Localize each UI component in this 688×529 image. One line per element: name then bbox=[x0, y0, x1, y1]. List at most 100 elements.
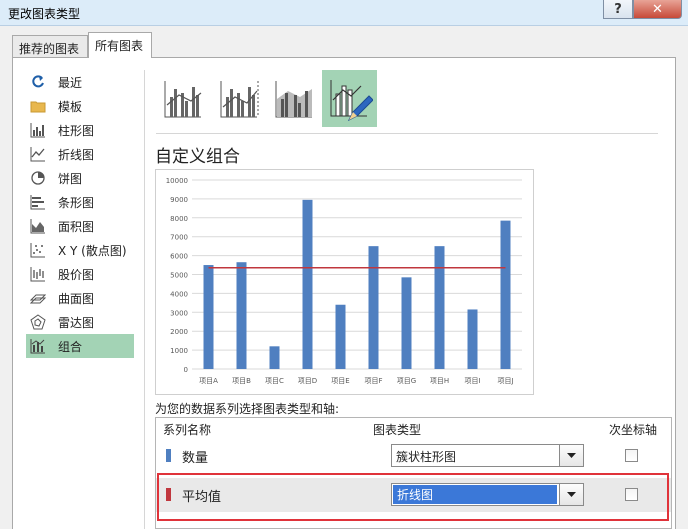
sidebar-item-combo[interactable]: 组合 bbox=[26, 334, 134, 358]
dropdown-arrow-icon[interactable] bbox=[559, 445, 583, 466]
combo-area-column-icon bbox=[275, 80, 312, 117]
x-tick-label: 项目F bbox=[364, 377, 382, 385]
title-bar: 更改图表类型 ? ✕ bbox=[0, 0, 688, 26]
dropdown-arrow-icon[interactable] bbox=[559, 484, 583, 505]
secondary-axis-checkbox[interactable] bbox=[625, 449, 638, 462]
window-title: 更改图表类型 bbox=[8, 7, 81, 21]
series-grid-header: 系列名称 图表类型 次坐标轴 bbox=[156, 418, 671, 438]
sidebar-item-label: X Y (散点图) bbox=[58, 243, 127, 258]
series-name: 数量 bbox=[182, 451, 209, 466]
combo-column-line-secondary-icon bbox=[220, 80, 258, 117]
x-tick-label: 项目B bbox=[232, 377, 251, 385]
x-tick-label: 项目H bbox=[430, 377, 449, 385]
area-chart-icon bbox=[30, 218, 46, 234]
sidebar-item-area[interactable]: 面积图 bbox=[26, 214, 134, 238]
sidebar-item-stock[interactable]: 股价图 bbox=[26, 262, 134, 286]
sidebar-item-label: 雷达图 bbox=[58, 315, 95, 330]
y-tick-label: 1000 bbox=[170, 347, 188, 355]
chart-category-list: 最近 模板 柱形图 折线图 饼图 条形图 面积图 X Y (散点图) 股价图 曲… bbox=[26, 70, 134, 358]
variant-combo-column-line-secondary[interactable] bbox=[211, 70, 266, 127]
variant-combo-area-column[interactable] bbox=[266, 70, 321, 127]
custom-combo-icon bbox=[330, 79, 373, 121]
series-name: 平均值 bbox=[182, 490, 222, 505]
bar bbox=[401, 277, 412, 369]
line-chart-icon bbox=[30, 146, 46, 162]
close-button[interactable]: ✕ bbox=[633, 0, 682, 19]
series-row: 数量 簇状柱形图 bbox=[156, 439, 671, 473]
bar bbox=[434, 246, 445, 369]
bar bbox=[467, 309, 478, 369]
y-tick-label: 0 bbox=[184, 366, 188, 374]
sidebar-item-label: 股价图 bbox=[58, 267, 95, 282]
section-separator bbox=[156, 133, 658, 134]
x-tick-label: 项目E bbox=[331, 377, 349, 385]
sidebar-item-label: 折线图 bbox=[58, 147, 95, 162]
header-chart-type: 图表类型 bbox=[373, 423, 422, 437]
column-chart-icon bbox=[30, 122, 46, 138]
sidebar-item-bar[interactable]: 条形图 bbox=[26, 190, 134, 214]
sidebar-item-surface[interactable]: 曲面图 bbox=[26, 286, 134, 310]
sidebar-item-label: 条形图 bbox=[58, 195, 95, 210]
sidebar-item-radar[interactable]: 雷达图 bbox=[26, 310, 134, 334]
secondary-axis-checkbox[interactable] bbox=[625, 488, 638, 501]
sidebar-item-label: 饼图 bbox=[58, 171, 83, 186]
folder-icon bbox=[30, 98, 46, 114]
chart-type-value: 簇状柱形图 bbox=[396, 450, 457, 464]
series-row: 平均值 折线图 bbox=[156, 478, 671, 512]
combo-column-line-icon bbox=[164, 80, 201, 117]
variant-custom-combo[interactable] bbox=[322, 70, 377, 127]
y-tick-label: 2000 bbox=[170, 328, 188, 336]
sidebar-item-label: 组合 bbox=[58, 339, 83, 354]
y-tick-label: 5000 bbox=[170, 272, 188, 280]
stock-chart-icon bbox=[30, 266, 46, 282]
y-tick-label: 6000 bbox=[170, 253, 188, 261]
y-tick-label: 7000 bbox=[170, 234, 188, 242]
pie-chart-icon bbox=[30, 170, 46, 186]
y-tick-label: 9000 bbox=[170, 196, 188, 204]
variant-combo-column-line[interactable] bbox=[155, 70, 210, 127]
bar bbox=[236, 262, 247, 369]
x-tick-label: 项目I bbox=[464, 377, 480, 385]
series-prompt: 为您的数据系列选择图表类型和轴: bbox=[155, 402, 340, 416]
series-grid: 系列名称 图表类型 次坐标轴 数量 簇状柱形图 平均值 折线图 bbox=[155, 417, 672, 529]
sidebar-item-column[interactable]: 柱形图 bbox=[26, 118, 134, 142]
surface-chart-icon bbox=[30, 290, 46, 306]
chart-type-select[interactable]: 折线图 bbox=[391, 483, 584, 506]
sidebar-item-label: 曲面图 bbox=[58, 291, 95, 306]
tab-recommended-charts[interactable]: 推荐的图表 bbox=[12, 35, 88, 57]
series-color-swatch bbox=[166, 449, 171, 462]
combo-chart-icon bbox=[30, 338, 46, 354]
sidebar-item-templates[interactable]: 模板 bbox=[26, 94, 134, 118]
sidebar-item-scatter[interactable]: X Y (散点图) bbox=[26, 238, 134, 262]
bar bbox=[269, 346, 280, 369]
x-tick-label: 项目A bbox=[199, 377, 218, 385]
bar-chart-icon bbox=[30, 194, 46, 210]
x-tick-label: 项目J bbox=[497, 377, 513, 385]
scatter-chart-icon bbox=[30, 242, 46, 258]
sidebar-item-label: 面积图 bbox=[58, 219, 95, 234]
sidebar-item-line[interactable]: 折线图 bbox=[26, 142, 134, 166]
chart-svg: 0 1000 2000 3000 4000 5000 6000 7000 8000 9000 100… bbox=[166, 177, 522, 385]
chart-preview: 0 1000 2000 3000 4000 5000 6000 7000 8000 9000 100… bbox=[155, 169, 534, 395]
sidebar-item-label: 最近 bbox=[58, 75, 83, 90]
radar-chart-icon bbox=[30, 314, 46, 330]
section-title: 自定义组合 bbox=[155, 147, 240, 167]
y-tick-label: 8000 bbox=[170, 215, 188, 223]
header-secondary-axis: 次坐标轴 bbox=[609, 423, 658, 437]
sidebar-item-recent[interactable]: 最近 bbox=[26, 70, 134, 94]
chart-type-select[interactable]: 簇状柱形图 bbox=[391, 444, 584, 467]
header-series-name: 系列名称 bbox=[163, 423, 212, 437]
series-color-swatch bbox=[166, 488, 171, 501]
y-tick-label: 4000 bbox=[170, 290, 188, 298]
chart-type-value: 折线图 bbox=[393, 485, 557, 504]
bar bbox=[302, 199, 313, 369]
x-tick-label: 项目G bbox=[397, 377, 416, 385]
sidebar-item-label: 模板 bbox=[58, 99, 83, 114]
tab-all-charts[interactable]: 所有图表 bbox=[88, 32, 152, 58]
help-button[interactable]: ? bbox=[603, 0, 633, 19]
sidebar-item-pie[interactable]: 饼图 bbox=[26, 166, 134, 190]
recent-icon bbox=[30, 74, 46, 90]
y-tick-label: 10000 bbox=[166, 177, 188, 185]
x-tick-label: 项目C bbox=[265, 377, 284, 385]
x-tick-label: 项目D bbox=[298, 377, 317, 385]
